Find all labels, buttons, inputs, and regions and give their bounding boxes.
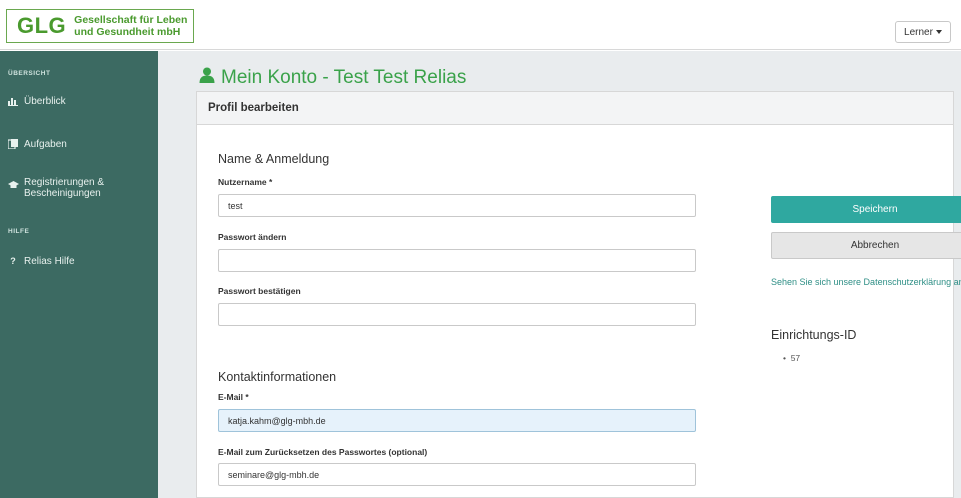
sidebar: ÜBERSICHT Überblick Aufgaben Registrieru… [0,51,158,498]
facility-id-title: Einrichtungs-ID [771,328,857,342]
page-title-text: Mein Konto - Test Test Relias [221,67,467,88]
glg-logo[interactable]: GLG Gesellschaft für Leben und Gesundhei… [6,9,194,43]
sidebar-item-label-line2: Bescheinigungen [24,188,101,199]
confirm-password-label: Passwort bestätigen [218,286,301,296]
email-label: E-Mail * [218,392,249,402]
main-content: Mein Konto - Test Test Relias Profil bea… [158,51,961,498]
section-contact: Kontaktinformationen [218,370,337,384]
logo-text: Gesellschaft für Leben und Gesundheit mb… [74,14,187,38]
sidebar-item-label: Aufgaben [24,139,67,150]
sidebar-item-label: Registrierungen & Bescheinigungen [24,177,104,199]
sidebar-item-tasks[interactable]: Aufgaben [7,139,67,150]
email-input[interactable]: katja.kahm@glg-mbh.de [218,409,696,432]
logo-line1: Gesellschaft für Leben [74,14,188,26]
logo-mark: GLG [17,13,67,38]
sidebar-section-overview: ÜBERSICHT [8,70,51,77]
username-label: Nutzername * [218,177,273,187]
sidebar-item-registrations[interactable]: Registrierungen & Bescheinigungen [8,177,104,199]
cancel-button[interactable]: Abbrechen [771,232,961,259]
sidebar-item-overview[interactable]: Überblick [8,96,66,107]
top-bar: GLG Gesellschaft für Leben und Gesundhei… [0,0,961,50]
sidebar-item-label: Relias Hilfe [24,256,75,267]
graduation-icon [8,181,19,191]
password-label: Passwort ändern [218,232,287,242]
card-header: Profil bearbeiten [197,92,953,125]
reset-email-input[interactable]: seminare@glg-mbh.de [218,463,696,486]
page-title: Mein Konto - Test Test Relias [199,67,466,89]
facility-id-item: • 57 [783,353,801,363]
tasks-icon [7,139,18,150]
logo-line2: und Gesundheit mbH [74,26,181,38]
facility-id-value: 57 [790,353,801,363]
sidebar-item-label-line1: Registrierungen & [24,177,105,188]
reset-email-label: E-Mail zum Zurücksetzen des Passwortes (… [218,447,428,457]
question-icon: ? [10,256,16,266]
sidebar-item-label: Überblick [24,96,66,107]
bar-chart-icon [8,96,18,106]
privacy-link[interactable]: Sehen Sie sich unsere Datenschutzerkläru… [771,276,961,289]
section-name-login: Name & Anmeldung [218,152,330,166]
sidebar-item-help[interactable]: ? Relias Hilfe [8,256,75,267]
password-input[interactable] [218,249,696,272]
role-label: Lerner [904,26,933,38]
user-icon [199,67,215,89]
save-button[interactable]: Speichern [771,196,961,223]
sidebar-section-help: HILFE [8,228,30,235]
confirm-password-input[interactable] [218,303,696,326]
username-input[interactable]: test [218,194,696,217]
role-dropdown-button[interactable]: Lerner [895,21,951,43]
caret-down-icon [935,30,942,34]
profile-card: Profil bearbeiten Name & Anmeldung Nutze… [196,91,961,498]
